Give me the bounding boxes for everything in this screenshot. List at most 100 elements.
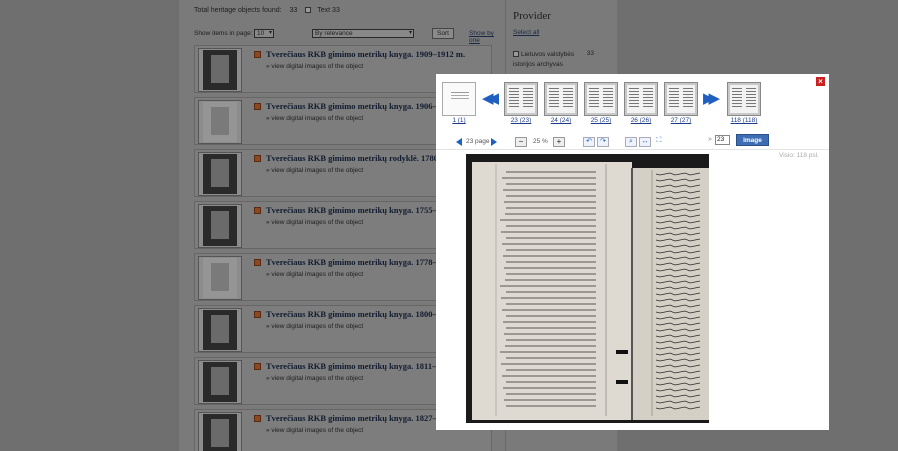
page-thumbnail-label[interactable]: 118 (118)	[724, 117, 764, 124]
thumbnail-right-page	[641, 85, 655, 113]
view-images-link[interactable]: » view digital images of the object	[266, 63, 363, 70]
scan-svg	[466, 154, 709, 423]
items-per-page-value: 10	[257, 30, 265, 37]
page-indicator: 23 page	[466, 138, 490, 145]
book-cover-image	[203, 206, 237, 246]
result-thumbnail[interactable]	[198, 100, 242, 144]
results-summary: Total heritage objects found: 33 Text 33	[194, 7, 352, 14]
result-thumbnail[interactable]	[198, 360, 242, 404]
fast-forward-icon[interactable]: ▶▶	[703, 91, 720, 106]
total-count: 33	[289, 7, 298, 14]
sort-select[interactable]: By relevance	[312, 29, 414, 38]
next-page-icon[interactable]	[491, 138, 497, 146]
items-per-page-select[interactable]: 10	[254, 29, 274, 38]
provider-checkbox[interactable]	[513, 51, 519, 58]
image-button[interactable]: Image	[736, 134, 769, 146]
result-thumbnail[interactable]	[198, 152, 242, 196]
book-icon	[254, 51, 261, 58]
thumbnail-right-page	[601, 85, 615, 113]
total-label: Total heritage objects found:	[194, 7, 282, 14]
fullscreen-icon[interactable]: ⛶	[653, 137, 665, 147]
rewind-icon[interactable]: ◀◀	[482, 91, 499, 106]
thumbnail-right-page	[744, 85, 758, 113]
image-viewer-dialog: 1 (1) 23 (23) 24 (24) 25 (25) 26 (26) 27 (27)…	[436, 74, 829, 430]
results-controls: Show items in page: 10 By relevance Sort…	[194, 28, 494, 44]
book-icon	[254, 103, 261, 110]
goto-page-input[interactable]: 23	[715, 135, 730, 145]
view-images-link[interactable]: » view digital images of the object	[266, 427, 363, 434]
thumbnail-left-page	[730, 85, 744, 113]
fit-width-icon[interactable]: ↔	[639, 137, 651, 147]
book-cover-image	[203, 258, 237, 298]
page-thumbnail-label[interactable]: 1 (1)	[439, 117, 479, 124]
view-images-link[interactable]: » view digital images of the object	[266, 219, 363, 226]
magnify-icon[interactable]: ⌕	[625, 137, 637, 147]
zoom-level: 25 %	[533, 138, 548, 145]
view-images-link[interactable]: » view digital images of the object	[266, 323, 363, 330]
book-cover-image	[203, 414, 237, 451]
book-icon	[254, 259, 261, 266]
thumbnail-left-page	[667, 85, 681, 113]
thumbnail-left-page	[507, 85, 521, 113]
viewer-toolbar: 23 page − 25 % + ↶ ↷ ⌕ ↔ ⛶ » 23 Image	[436, 134, 829, 150]
view-images-link[interactable]: » view digital images of the object	[266, 167, 363, 174]
sort-button[interactable]: Sort	[432, 28, 454, 39]
page-thumbnail-label[interactable]: 23 (23)	[501, 117, 541, 124]
page-thumbnail[interactable]	[727, 82, 761, 116]
provider-item-label: Lietuvos valstybės istorijos archyvas	[513, 51, 575, 68]
previous-page-icon[interactable]	[456, 138, 462, 146]
book-cover-image	[203, 362, 237, 402]
zoom-out-button[interactable]: −	[515, 137, 527, 147]
book-icon	[254, 415, 261, 422]
page-thumbnail[interactable]	[664, 82, 698, 116]
book-icon	[254, 207, 261, 214]
show-by-one-link[interactable]: Show by one	[469, 30, 494, 44]
page-thumbnail-label[interactable]: 26 (26)	[621, 117, 661, 124]
book-cover-image	[203, 154, 237, 194]
page-thumbnail[interactable]	[544, 82, 578, 116]
view-images-link[interactable]: » view digital images of the object	[266, 375, 363, 382]
result-thumbnail[interactable]	[198, 48, 242, 92]
text-filter-label: Text 33	[317, 7, 340, 14]
result-thumbnail[interactable]	[198, 412, 242, 451]
page-thumbnail[interactable]	[504, 82, 538, 116]
view-images-link[interactable]: » view digital images of the object	[266, 115, 363, 122]
document-scan-image[interactable]	[466, 154, 709, 423]
result-thumbnail[interactable]	[198, 308, 242, 352]
thumbnail-left-page	[587, 85, 601, 113]
page-thumbnail-label[interactable]: 24 (24)	[541, 117, 581, 124]
select-all-link[interactable]: Select all	[513, 29, 539, 36]
book-cover-image	[203, 50, 237, 90]
thumbnail-strip: 1 (1) 23 (23) 24 (24) 25 (25) 26 (26) 27 (27)…	[436, 74, 829, 126]
thumbnail-left-page	[627, 85, 641, 113]
thumbnail-right-page	[521, 85, 535, 113]
page-thumbnail[interactable]	[584, 82, 618, 116]
book-cover-image	[203, 310, 237, 350]
zoom-in-button[interactable]: +	[553, 137, 565, 147]
view-images-link[interactable]: » view digital images of the object	[266, 271, 363, 278]
items-per-page-label: Show items in page:	[194, 30, 253, 37]
page-thumbnail[interactable]	[442, 82, 476, 116]
book-icon	[254, 155, 261, 162]
page-count-note: Visio: 118 psl.	[779, 152, 819, 159]
close-viewer-button[interactable]: ×	[815, 76, 826, 87]
result-thumbnail[interactable]	[198, 204, 242, 248]
page-thumbnail-label[interactable]: 25 (25)	[581, 117, 621, 124]
thumbnail-left-page	[547, 85, 561, 113]
rotate-right-icon[interactable]: ↷	[597, 137, 609, 147]
book-icon	[254, 363, 261, 370]
provider-heading: Provider	[513, 10, 551, 22]
text-filter-checkbox[interactable]	[305, 7, 312, 14]
page-thumbnail[interactable]	[624, 82, 658, 116]
page-thumbnail-label[interactable]: 27 (27)	[661, 117, 701, 124]
result-title-link[interactable]: Tverečiaus RKB gimimo metrikų knyga. 190…	[266, 49, 492, 59]
thumbnail-right-page	[561, 85, 575, 113]
goto-prefix: »	[708, 136, 712, 143]
text-filter[interactable]: Text 33	[305, 7, 346, 14]
book-cover-image	[203, 102, 237, 142]
provider-item-count: 33	[586, 50, 594, 57]
result-thumbnail[interactable]	[198, 256, 242, 300]
rotate-left-icon[interactable]: ↶	[583, 137, 595, 147]
sort-value: By relevance	[315, 30, 353, 37]
provider-item[interactable]: Lietuvos valstybės istorijos archyvas	[513, 50, 595, 70]
